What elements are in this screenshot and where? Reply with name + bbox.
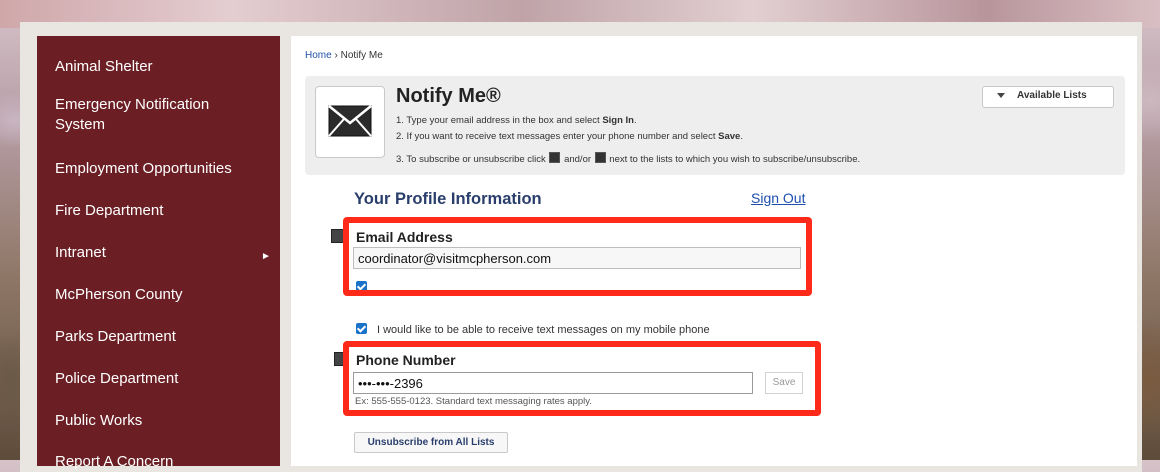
profile-section-title: Your Profile Information (354, 190, 542, 208)
caret-down-icon (997, 93, 1005, 98)
unsubscribe-all-button[interactable]: Unsubscribe from All Lists (354, 432, 508, 453)
instruction-step-2: 2. If you want to receive text messages … (396, 131, 743, 142)
sidebar-item-fire-department[interactable]: Fire Department (55, 201, 163, 221)
instruction-step-3: 3. To subscribe or unsubscribe click and… (396, 152, 861, 165)
sidebar-item-employment[interactable]: Employment Opportunities (55, 159, 232, 179)
available-lists-button[interactable]: Available Lists (982, 86, 1114, 108)
sidebar-item-public-works[interactable]: Public Works (55, 411, 142, 431)
sidebar-item-emergency-notification[interactable]: Emergency Notification System (55, 95, 245, 135)
sidebar-item-intranet[interactable]: Intranet ► (55, 243, 275, 263)
text-messages-checkbox-label: I would like to be able to receive text … (377, 324, 710, 336)
sidebar-nav: Animal Shelter Emergency Notification Sy… (37, 36, 280, 470)
sms-subscribe-icon (594, 152, 606, 163)
page-title: Notify Me® (396, 85, 501, 107)
sign-out-link[interactable]: Sign Out (751, 190, 805, 206)
breadcrumb-current: Notify Me (340, 50, 383, 61)
sidebar-item-label: Intranet (55, 244, 106, 261)
breadcrumb-separator: › (334, 50, 338, 61)
sidebar-item-police[interactable]: Police Department (55, 369, 178, 389)
text-messages-checkbox[interactable] (356, 323, 367, 334)
sidebar-item-report-concern[interactable]: Report A Concern (55, 452, 173, 472)
envelope-icon (328, 105, 372, 137)
submenu-arrow-icon: ► (261, 251, 271, 262)
breadcrumb-home-link[interactable]: Home (305, 50, 332, 61)
highlight-box-email (343, 217, 812, 296)
instruction-step-1: 1. Type your email address in the box an… (396, 115, 637, 126)
email-subscribe-icon (549, 152, 561, 163)
sidebar-item-parks[interactable]: Parks Department (55, 327, 176, 347)
breadcrumb: Home › Notify Me (305, 50, 383, 61)
sidebar-item-mcpherson-county[interactable]: McPherson County (55, 285, 183, 305)
highlight-box-phone (343, 341, 821, 416)
envelope-tile (315, 86, 385, 158)
sidebar-item-animal-shelter[interactable]: Animal Shelter (55, 57, 153, 77)
